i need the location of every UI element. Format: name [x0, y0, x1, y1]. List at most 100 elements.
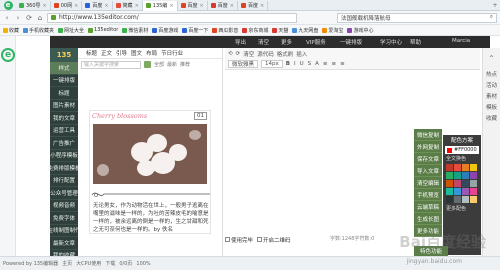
color-swatch[interactable]: [454, 188, 461, 195]
category-item[interactable]: 标题: [50, 87, 78, 100]
category-item[interactable]: 广告推广: [50, 137, 78, 150]
format-button[interactable]: ≡: [323, 61, 328, 67]
bookmark-item[interactable]: 百度游戏: [152, 27, 178, 34]
status-item[interactable]: 大CPU使用: [76, 260, 101, 267]
template-menu-item[interactable]: 图文: [131, 49, 142, 57]
category-item[interactable]: 免费字体: [50, 212, 78, 225]
color-swatch[interactable]: [446, 164, 453, 171]
color-swatch[interactable]: [446, 188, 453, 195]
header-tool-item[interactable]: VIP服务: [306, 38, 326, 46]
action-button[interactable]: 清空编辑: [414, 177, 442, 189]
tab-close-icon[interactable]: ×: [260, 3, 264, 9]
url-input[interactable]: http://www.135editor.com/: [47, 12, 297, 23]
tab-close-icon[interactable]: ×: [43, 3, 47, 9]
category-item[interactable]: 在线制图制作: [48, 225, 81, 237]
template-menu-item[interactable]: 引导: [116, 49, 127, 57]
category-item[interactable]: 一键排版: [50, 75, 78, 87]
qrcode-checkbox[interactable]: 开启二维码: [257, 236, 291, 244]
color-swatch[interactable]: [470, 172, 477, 179]
color-swatch[interactable]: [470, 196, 477, 203]
header-tool-item[interactable]: 一键排版: [340, 38, 362, 46]
scroll-top-icon[interactable]: ⌃: [483, 48, 500, 68]
color-swatch[interactable]: [454, 172, 461, 179]
bookmark-item[interactable]: 九天网盘: [292, 27, 318, 34]
tpl-tag-recommend[interactable]: 推荐: [180, 61, 190, 68]
color-swatch[interactable]: [446, 180, 453, 187]
browser-tab[interactable]: 360导 ×: [16, 0, 51, 11]
right-sidebar-item[interactable]: 热点: [483, 68, 500, 79]
toolbar-button[interactable]: 插入: [296, 50, 307, 58]
category-item[interactable]: 视频音频: [50, 200, 78, 212]
color-swatch[interactable]: [470, 188, 477, 195]
browser-tab[interactable]: 135编 ×: [142, 0, 178, 11]
format-button[interactable]: ≡: [332, 61, 337, 67]
more-colors-link[interactable]: 更多配色: [443, 205, 481, 212]
color-swatch[interactable]: [454, 180, 461, 187]
tab-close-icon[interactable]: ×: [74, 3, 78, 9]
category-item[interactable]: 小程序模板: [50, 150, 78, 162]
bookmark-item[interactable]: 手机收藏夹: [23, 27, 54, 34]
action-button[interactable]: 导入文章: [414, 165, 442, 177]
category-item[interactable]: 免费排版模板: [48, 162, 81, 175]
bookmark-item[interactable]: 天猫: [272, 27, 288, 34]
template-menu-item[interactable]: 布局: [146, 49, 157, 57]
format-button[interactable]: ≡: [340, 61, 345, 67]
browser-logo-icon[interactable]: e: [0, 0, 16, 11]
new-tab-button[interactable]: +: [490, 2, 500, 9]
bookmark-item[interactable]: 微信素材: [122, 27, 148, 34]
category-item[interactable]: 样式: [50, 62, 78, 75]
header-tool-item[interactable]: 学习中心: [380, 38, 402, 46]
tpl-tag-new[interactable]: 最新: [167, 61, 177, 68]
toolbar-button[interactable]: 源代码: [257, 50, 274, 58]
forward-icon[interactable]: ›: [14, 14, 22, 22]
browser-sidebar-logo-icon[interactable]: e: [1, 48, 15, 62]
template-menu-item[interactable]: 节日行业: [161, 49, 183, 57]
template-card[interactable]: Cherry blossoms 01 无论男女，作为动物活在世上，一般男子逃离在…: [89, 110, 211, 234]
action-button[interactable]: 生成长图: [414, 213, 442, 225]
right-sidebar-item[interactable]: 模板: [483, 101, 500, 112]
action-button[interactable]: 保存文章: [414, 153, 442, 165]
status-item[interactable]: 0/0页: [119, 260, 132, 267]
format-button[interactable]: B: [286, 61, 290, 67]
tab-close-icon[interactable]: ×: [200, 3, 204, 9]
toolbar-button[interactable]: ⟳: [236, 51, 241, 57]
font-family-select[interactable]: 微软雅黑: [228, 60, 259, 68]
color-swatch[interactable]: [462, 180, 469, 187]
color-swatch[interactable]: [454, 196, 461, 203]
header-tool-item[interactable]: Marcia: [452, 38, 470, 44]
bookmark-item[interactable]: 游戏中心: [347, 27, 373, 34]
right-sidebar-item[interactable]: 素材: [483, 90, 500, 101]
bookmark-item[interactable]: 百度一下: [182, 27, 208, 34]
format-button[interactable]: S: [308, 61, 312, 67]
status-item[interactable]: 下载: [105, 260, 115, 267]
browser-tab[interactable]: 百度 ×: [208, 0, 238, 11]
category-item[interactable]: 最新文章: [50, 237, 78, 250]
color-swatch[interactable]: [446, 196, 453, 203]
fill-all-option[interactable]: 全文换色: [443, 155, 481, 162]
browser-tab[interactable]: 简藏 ×: [113, 0, 143, 11]
color-swatch[interactable]: [454, 164, 461, 171]
template-menu-item[interactable]: 标题: [86, 49, 97, 57]
header-tool-item[interactable]: 帮助: [410, 38, 421, 46]
tpl-tag-all[interactable]: 全部: [154, 61, 164, 68]
format-button[interactable]: U: [300, 61, 304, 67]
category-item[interactable]: 图片素材: [50, 100, 78, 112]
bookmark-item[interactable]: 爱淘宝: [322, 27, 343, 34]
action-button[interactable]: 微信复制: [414, 129, 442, 141]
status-item[interactable]: 主页: [62, 260, 72, 267]
font-size-select[interactable]: 14px: [261, 60, 283, 68]
color-swatch[interactable]: [446, 172, 453, 179]
category-item[interactable]: 我的文章: [50, 112, 78, 125]
toolbar-button[interactable]: 格式刷: [277, 50, 294, 58]
category-item[interactable]: 运营工具: [50, 125, 78, 137]
bookmark-item[interactable]: 收藏: [3, 27, 19, 34]
category-item[interactable]: 排行配置: [50, 175, 78, 187]
browser-tab[interactable]: 百度 ×: [82, 0, 113, 11]
tab-close-icon[interactable]: ×: [230, 3, 234, 9]
site-logo[interactable]: 135: [50, 48, 78, 62]
action-button[interactable]: 手机预览: [414, 189, 442, 201]
color-swatch[interactable]: [462, 164, 469, 171]
header-tool-item[interactable]: 更多: [281, 38, 292, 46]
bookmark-item[interactable]: 135editor: [88, 27, 118, 33]
browser-tab[interactable]: 00网 ×: [51, 0, 83, 11]
